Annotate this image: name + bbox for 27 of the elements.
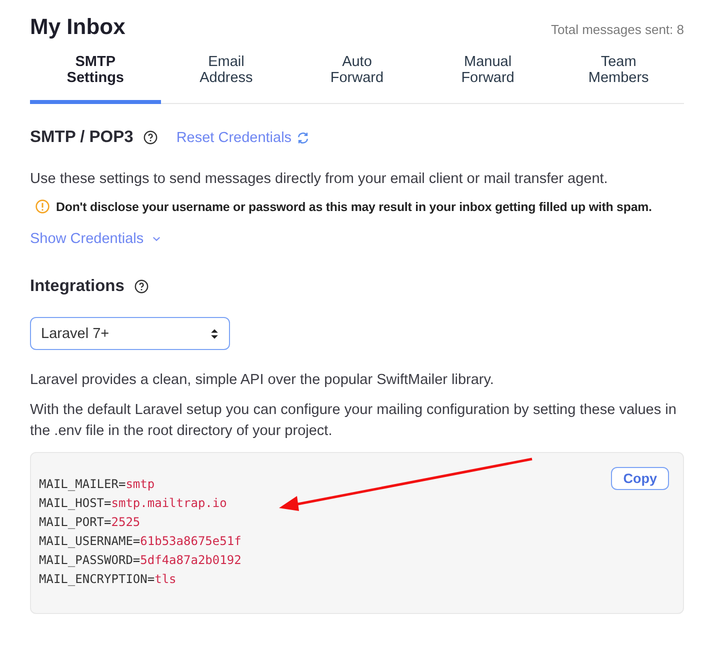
page-title: My Inbox	[30, 14, 126, 40]
code-line: MAIL_ENCRYPTION=tls	[39, 571, 176, 588]
tab[interactable]: SMTP Settings	[30, 51, 161, 104]
code-line: MAIL_MAILER=smtp	[39, 476, 155, 493]
help-icon[interactable]	[143, 130, 158, 145]
chevron-down-icon[interactable]	[152, 236, 161, 242]
section-heading: SMTP / POP3	[30, 128, 134, 147]
tab[interactable]: Email Address	[160, 51, 292, 104]
messages-sent-count: Total messages sent: 8	[551, 22, 684, 37]
warning-icon	[35, 199, 50, 214]
paragraph-text: With the default Laravel setup you can configure your mailing configuration by setting these values in the .env file in the root directory of your project.	[30, 401, 678, 441]
tab[interactable]: Auto Forward	[292, 51, 422, 104]
tab[interactable]: Manual Forward	[422, 51, 554, 104]
code-line: MAIL_PORT=2525	[39, 514, 140, 531]
copy-button[interactable]: Copy	[611, 467, 669, 490]
warning-text: Don't disclose your username or password as this may result in your inbox getting filled up with spam.	[56, 200, 652, 214]
integration-select[interactable]: Laravel 7+	[30, 317, 230, 350]
code-line: MAIL_PASSWORD=5df4a87a2b0192	[39, 552, 242, 569]
help-icon[interactable]	[134, 279, 150, 294]
code-line: MAIL_HOST=smtp.mailtrap.io	[39, 495, 227, 512]
paragraph-text: Laravel provides a clean, simple API over the popular SwiftMailer library.	[30, 371, 495, 390]
tab[interactable]: Team Members	[553, 51, 684, 104]
description-text: Use these settings to send messages directly from your email client or mail transfer agent.	[30, 170, 609, 189]
code-line: MAIL_USERNAME=61b53a8675e51f	[39, 533, 242, 550]
section-heading: Integrations	[30, 277, 124, 296]
sort-arrows-icon	[210, 328, 219, 340]
refresh-icon[interactable]	[296, 130, 310, 144]
